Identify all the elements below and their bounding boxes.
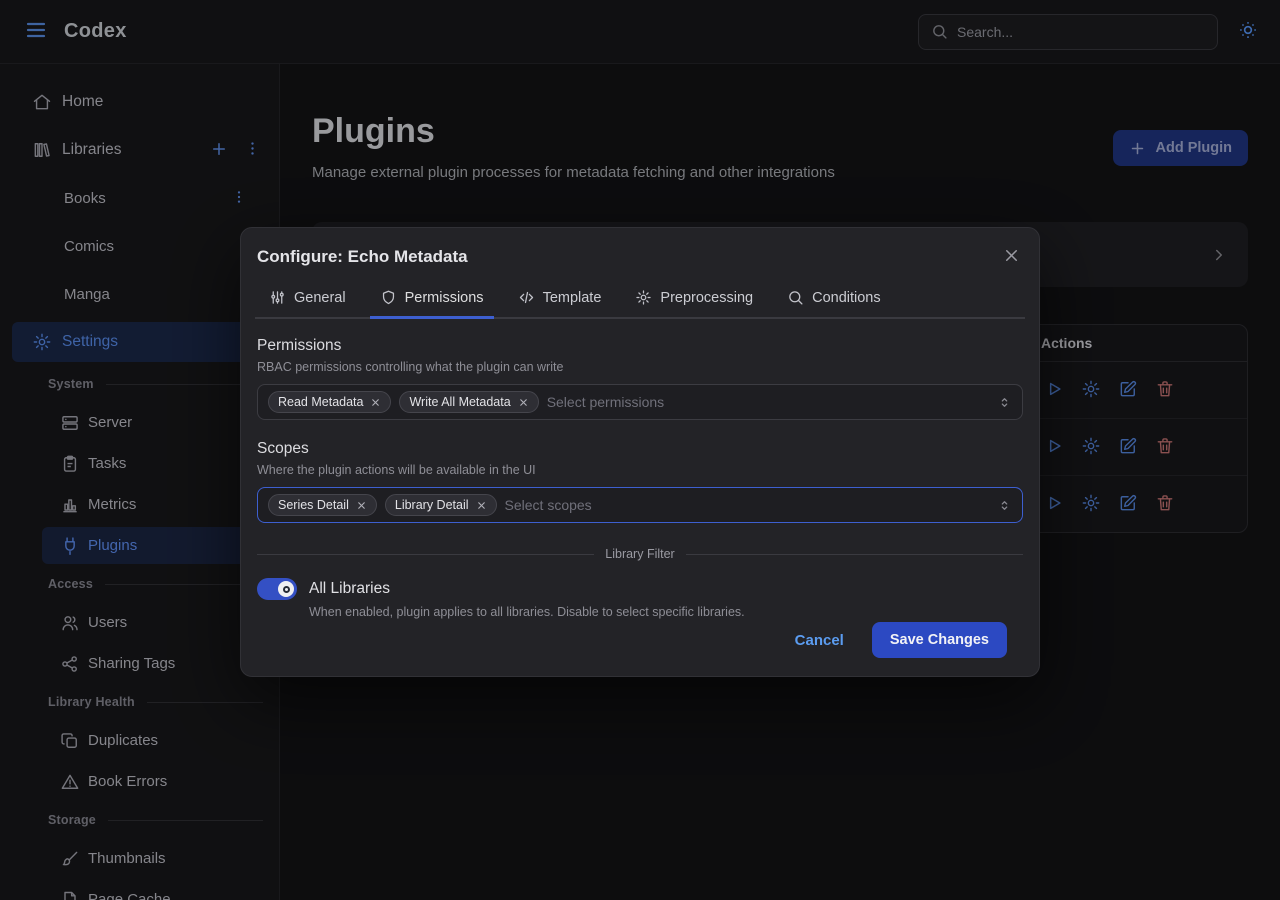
sliders-icon: [269, 289, 286, 306]
all-libraries-toggle[interactable]: [257, 578, 297, 600]
configure-plugin-modal: Configure: Echo Metadata General Permiss…: [240, 227, 1040, 677]
permissions-label: Permissions: [257, 337, 1023, 355]
permissions-group: Permissions RBAC permissions controlling…: [257, 337, 1023, 420]
close-modal-button[interactable]: [1000, 244, 1023, 270]
scope-tag: Series Detail: [268, 494, 377, 516]
select-arrows-icon: [997, 395, 1012, 410]
remove-tag-button[interactable]: [476, 500, 487, 511]
shield-icon: [380, 289, 397, 306]
tab-conditions[interactable]: Conditions: [777, 280, 891, 319]
code-icon: [518, 289, 535, 306]
remove-tag-button[interactable]: [356, 500, 367, 511]
divider-rule: [257, 554, 594, 555]
all-libraries-row: All Libraries: [257, 578, 1023, 600]
cancel-button[interactable]: Cancel: [785, 624, 854, 657]
permission-tag: Read Metadata: [268, 391, 391, 413]
tab-template[interactable]: Template: [508, 280, 612, 319]
scopes-placeholder: Select scopes: [505, 497, 989, 513]
tab-label: Preprocessing: [660, 290, 753, 306]
modal-tab-bar: General Permissions Template Preprocessi…: [255, 280, 1025, 319]
tag-label: Read Metadata: [278, 395, 363, 409]
scope-tag: Library Detail: [385, 494, 497, 516]
scopes-group: Scopes Where the plugin actions will be …: [257, 440, 1023, 523]
tab-permissions[interactable]: Permissions: [370, 280, 494, 319]
permissions-placeholder: Select permissions: [547, 394, 989, 410]
close-icon: [356, 500, 367, 511]
scopes-multiselect[interactable]: Series Detail Library Detail Select scop…: [257, 487, 1023, 523]
tag-label: Series Detail: [278, 498, 349, 512]
all-libraries-label: All Libraries: [309, 580, 390, 598]
tab-label: General: [294, 290, 346, 306]
remove-tag-button[interactable]: [518, 397, 529, 408]
divider-rule: [686, 554, 1023, 555]
scopes-description: Where the plugin actions will be availab…: [257, 463, 1023, 477]
tab-label: Conditions: [812, 290, 881, 306]
tag-label: Library Detail: [395, 498, 469, 512]
tab-label: Permissions: [405, 290, 484, 306]
divider-label: Library Filter: [594, 547, 685, 561]
close-icon: [518, 397, 529, 408]
tag-label: Write All Metadata: [409, 395, 510, 409]
modal-title: Configure: Echo Metadata: [257, 247, 468, 267]
toggle-knob-core: [283, 586, 290, 593]
permissions-multiselect[interactable]: Read Metadata Write All Metadata Select …: [257, 384, 1023, 420]
all-libraries-description: When enabled, plugin applies to all libr…: [309, 605, 1023, 619]
remove-tag-button[interactable]: [370, 397, 381, 408]
select-arrows-icon: [997, 498, 1012, 513]
tab-general[interactable]: General: [259, 280, 356, 319]
modal-header: Configure: Echo Metadata: [241, 228, 1039, 270]
save-changes-button[interactable]: Save Changes: [872, 622, 1007, 658]
modal-footer: Cancel Save Changes: [257, 622, 1023, 676]
toggle-knob: [278, 581, 294, 597]
tab-label: Template: [543, 290, 602, 306]
library-filter-divider: Library Filter: [257, 547, 1023, 561]
search-icon: [787, 289, 804, 306]
permission-tag: Write All Metadata: [399, 391, 538, 413]
permissions-description: RBAC permissions controlling what the pl…: [257, 360, 1023, 374]
close-icon: [370, 397, 381, 408]
modal-body: Permissions RBAC permissions controlling…: [241, 319, 1039, 676]
gear-icon: [635, 289, 652, 306]
tab-preprocessing[interactable]: Preprocessing: [625, 280, 763, 319]
scopes-label: Scopes: [257, 440, 1023, 458]
close-icon: [1002, 246, 1021, 265]
close-icon: [476, 500, 487, 511]
